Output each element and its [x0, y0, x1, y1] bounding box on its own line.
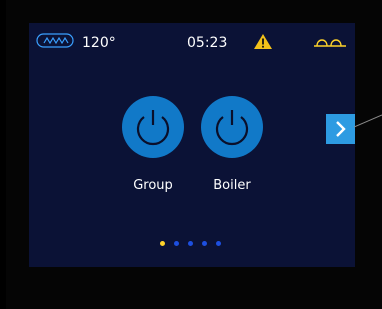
status-bar: 120° 05:23 [29, 23, 355, 67]
touch-screen: 120° 05:23 Group Boiler [29, 23, 355, 267]
boiler-power-button[interactable] [201, 96, 263, 158]
power-icon [136, 110, 170, 146]
clock-readout: 05:23 [187, 35, 228, 51]
page-dot-4[interactable] [202, 241, 207, 246]
heating-wave-icon [36, 33, 74, 48]
group-power-button[interactable] [122, 96, 184, 158]
group-label: Group [133, 178, 173, 193]
page-dot-2[interactable] [174, 241, 179, 246]
page-indicator [160, 241, 230, 249]
next-page-button[interactable] [326, 114, 355, 144]
power-icon [215, 110, 249, 146]
cup-icon[interactable] [312, 35, 348, 47]
chevron-right-icon [336, 121, 346, 137]
page-dot-1[interactable] [160, 241, 165, 246]
temperature-readout: 120° [82, 35, 116, 51]
boiler-label: Boiler [213, 178, 251, 193]
page-dot-5[interactable] [216, 241, 221, 246]
warning-icon[interactable] [253, 33, 273, 50]
callout-line [354, 114, 382, 128]
page-dot-3[interactable] [188, 241, 193, 246]
